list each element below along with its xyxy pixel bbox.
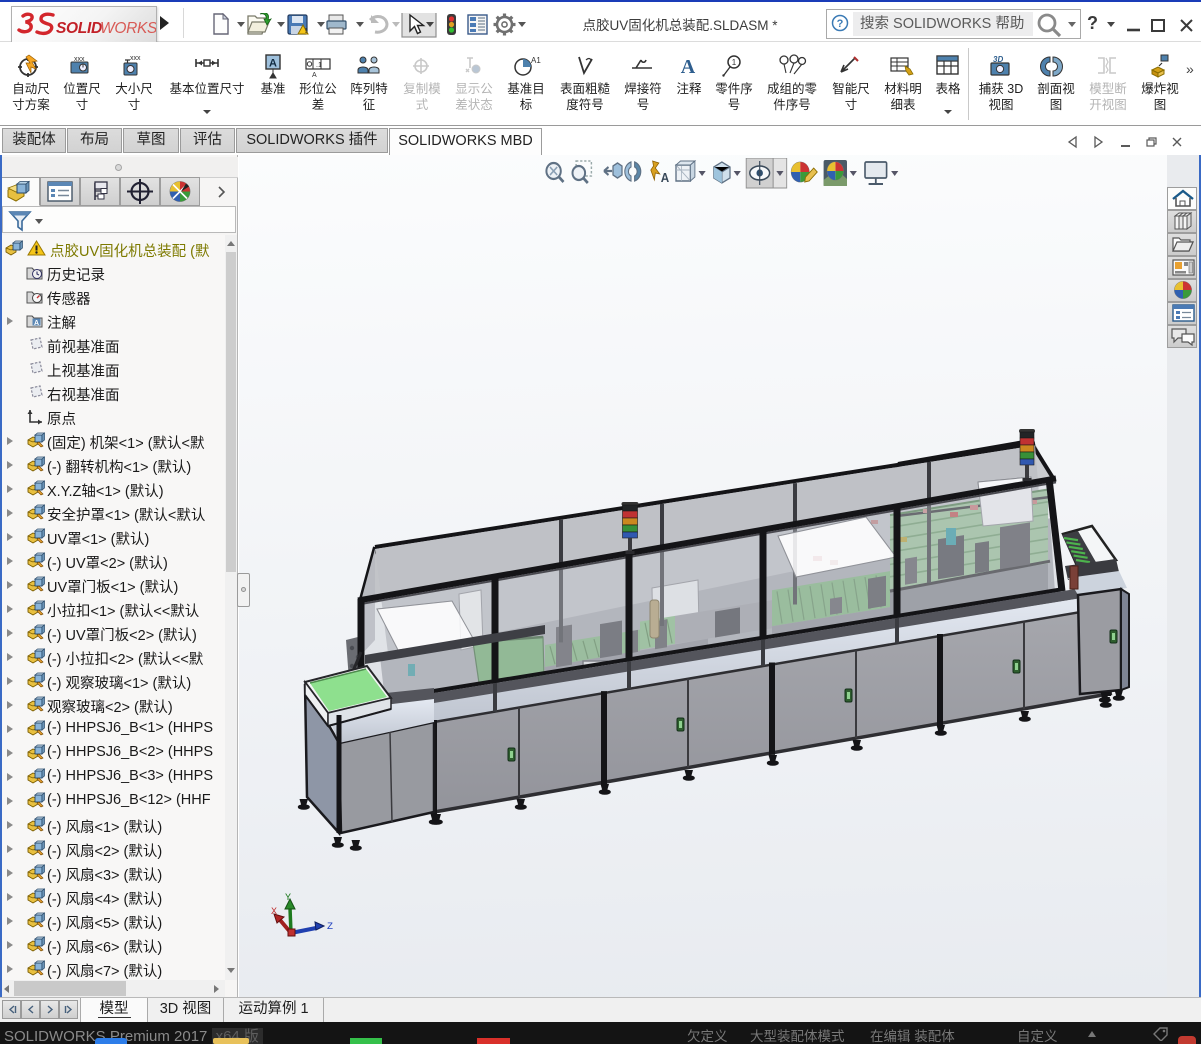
svg-text:SOLID: SOLID xyxy=(56,20,102,37)
svg-text:xxx: xxx xyxy=(130,55,141,62)
svg-text:A: A xyxy=(312,72,317,79)
svg-text:X: X xyxy=(271,907,277,918)
svg-text:WORKS: WORKS xyxy=(100,20,156,37)
svg-text:.1: .1 xyxy=(316,62,322,69)
svg-text:!: ! xyxy=(305,28,307,35)
svg-text:Z: Z xyxy=(327,922,333,933)
svg-text:A: A xyxy=(34,320,39,327)
svg-text:1: 1 xyxy=(732,58,737,67)
svg-text:A: A xyxy=(661,170,670,185)
svg-text:?: ? xyxy=(837,18,844,30)
svg-text:Y: Y xyxy=(285,893,291,904)
